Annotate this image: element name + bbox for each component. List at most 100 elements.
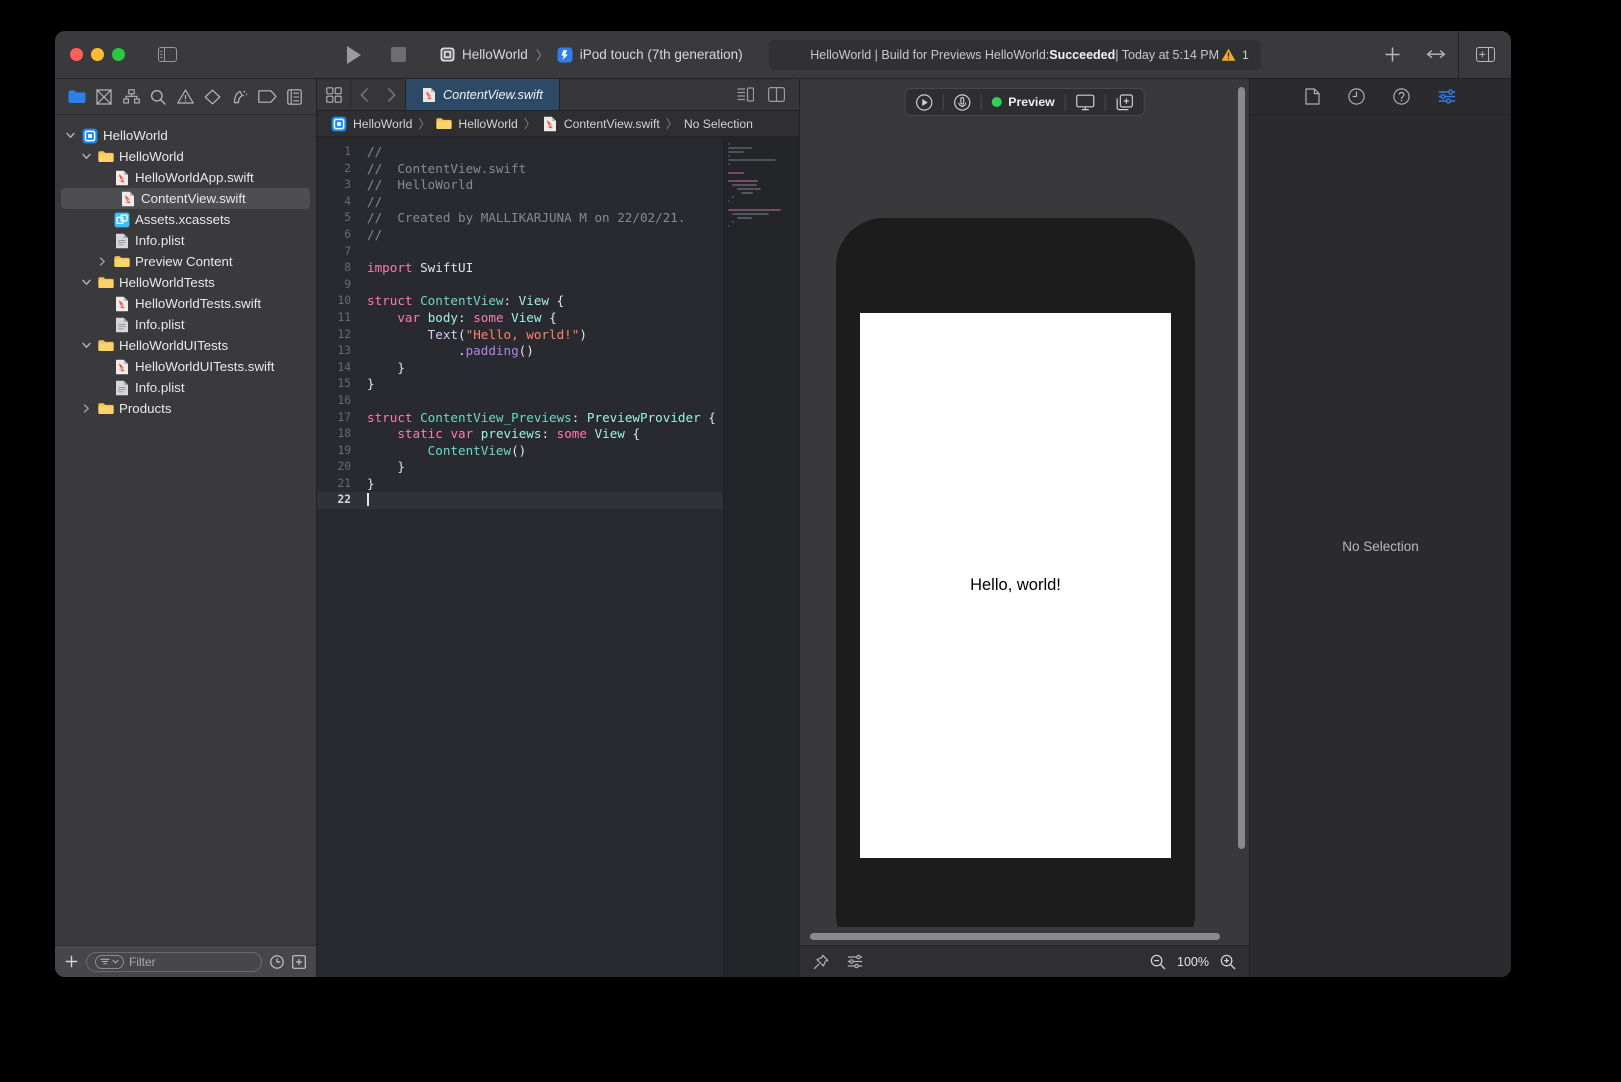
code-line[interactable]: 16 [317,393,723,410]
code-line[interactable]: 13 .padding() [317,343,723,360]
navigator-row[interactable]: Assets.xcassets [55,209,316,230]
minimize-button[interactable] [91,48,104,61]
breadcrumb-segment[interactable]: HelloWorld [458,117,517,131]
plus-icon[interactable] [65,955,78,968]
scheme-selector[interactable]: HelloWorld 〉 iPod touch (7th generation) [432,42,751,68]
stop-icon[interactable] [391,47,406,62]
inspect-circle-icon[interactable] [943,89,980,115]
code-line[interactable]: 1 // [317,144,723,161]
preview-canvas[interactable]: Preview Hello, world! [800,79,1249,927]
sliders-icon[interactable] [847,954,863,969]
close-button[interactable] [70,48,83,61]
code-line[interactable]: 2 // ContentView.swift [317,161,723,178]
navigator-row[interactable]: HelloWorldApp.swift [55,167,316,188]
debug-icon[interactable] [229,86,251,108]
code-line[interactable]: 19 ContentView() [317,443,723,460]
code-line[interactable]: 22 [317,492,723,510]
code-line[interactable]: 20 } [317,459,723,476]
code-line[interactable]: 15} [317,376,723,393]
preview-device-frame[interactable]: Hello, world! [836,218,1195,927]
symbol-hierarchy-icon[interactable] [120,86,142,108]
code-line[interactable]: 7 [317,244,723,261]
code-line[interactable]: 4 // [317,194,723,211]
canvas-scrollbar-thumb[interactable] [810,932,1220,940]
help-inspector-icon[interactable] [1393,88,1410,105]
chevron-down-icon[interactable] [79,342,93,349]
sidebar-left-icon[interactable] [158,47,177,62]
code-line[interactable]: 10 struct ContentView: View { [317,293,723,310]
code-line[interactable]: 11 var body: some View { [317,310,723,327]
build-status-pill[interactable]: HelloWorld | Build for Previews HelloWor… [768,39,1261,70]
code-line[interactable]: 5 // Created by MALLIKARJUNA M on 22/02/2… [317,210,723,227]
code-line[interactable]: 6 // [317,227,723,244]
code-line[interactable]: 3 // HelloWorld [317,177,723,194]
expand-tree-icon[interactable] [292,954,306,969]
chevron-down-icon[interactable] [63,132,77,139]
play-icon[interactable] [347,45,361,64]
plus-icon[interactable] [1370,31,1414,78]
navigator-row[interactable]: HelloWorld [55,146,316,167]
navigator-row[interactable]: Info.plist [55,377,316,398]
breakpoint-tag-icon[interactable] [256,86,278,108]
issue-warning-icon[interactable] [174,86,196,108]
editor-options-icon[interactable] [737,87,754,102]
editor-tab-contentview[interactable]: ContentView.swift [405,79,560,110]
project-navigator-tree[interactable]: HelloWorld HelloWorld HelloWorldApp.swift C… [55,115,316,945]
zoom-out-icon[interactable] [1150,954,1166,970]
pin-icon[interactable] [813,954,829,970]
code-line[interactable]: 17 struct ContentView_Previews: PreviewPr… [317,410,723,427]
code-line[interactable]: 18 static var previews: some View { [317,426,723,443]
share-arrows-icon[interactable] [1414,31,1458,78]
clock-icon[interactable] [270,954,284,969]
test-diamond-icon[interactable] [202,86,224,108]
navigator-row[interactable]: Info.plist [55,314,316,335]
attributes-inspector-icon[interactable] [1438,89,1456,104]
add-editor-icon[interactable] [768,87,785,102]
source-control-icon[interactable] [93,86,115,108]
inspector-panel-icon[interactable] [1459,31,1511,78]
folder-icon[interactable] [66,86,88,108]
code-line[interactable]: 9 [317,277,723,294]
chevron-down-icon[interactable] [79,279,93,286]
code-line[interactable]: 8 import SwiftUI [317,260,723,277]
file-inspector-icon[interactable] [1305,88,1320,105]
chevron-right-icon[interactable] [95,257,109,266]
code-editor[interactable]: 1 // 2 // ContentView.swift 3 // HelloWorld 4 /… [317,137,723,977]
breadcrumb-segment[interactable]: HelloWorld [353,117,412,131]
breadcrumb-segment[interactable]: ContentView.swift [564,117,660,131]
warning-chip[interactable]: 1 [1221,48,1249,62]
navigator-row[interactable]: Info.plist [55,230,316,251]
display-icon[interactable] [1066,89,1105,115]
zoom-button[interactable] [112,48,125,61]
navigator-row[interactable]: HelloWorld [55,125,316,146]
code-line[interactable]: 14 } [317,360,723,377]
preview-device-screen[interactable]: Hello, world! [860,313,1171,858]
play-circle-icon[interactable] [905,89,942,115]
code-line[interactable]: 12 Text("Hello, world!") [317,327,723,344]
chevron-right-icon[interactable] [79,404,93,413]
navigator-row[interactable]: Preview Content [55,251,316,272]
code-line[interactable]: 21} [317,476,723,493]
chevron-down-icon[interactable] [79,153,93,160]
editor-grid-icon[interactable] [317,79,351,110]
filter-lines-icon[interactable] [95,954,124,969]
chevron-left-icon[interactable] [351,79,378,110]
navigator-row-selected[interactable]: ContentView.swift [61,188,310,209]
editor-minimap[interactable] [723,137,799,977]
navigator-row[interactable]: HelloWorldTests [55,272,316,293]
navigator-row[interactable]: HelloWorldUITests.swift [55,356,316,377]
navigator-row[interactable]: HelloWorldUITests [55,335,316,356]
canvas-horizontal-scrollbar[interactable] [800,927,1249,945]
preview-status[interactable]: Preview [981,89,1065,115]
navigator-row[interactable]: HelloWorldTests.swift [55,293,316,314]
report-icon[interactable] [283,86,305,108]
navigator-row[interactable]: Products [55,398,316,419]
history-inspector-icon[interactable] [1348,88,1365,105]
chevron-right-icon[interactable] [378,79,405,110]
filter-input[interactable]: Filter [86,951,262,972]
search-icon[interactable] [147,86,169,108]
breadcrumb-segment[interactable]: No Selection [684,117,753,131]
canvas-vertical-scrollbar[interactable] [1238,87,1245,849]
zoom-in-icon[interactable] [1220,954,1236,970]
add-variant-icon[interactable] [1106,89,1144,115]
